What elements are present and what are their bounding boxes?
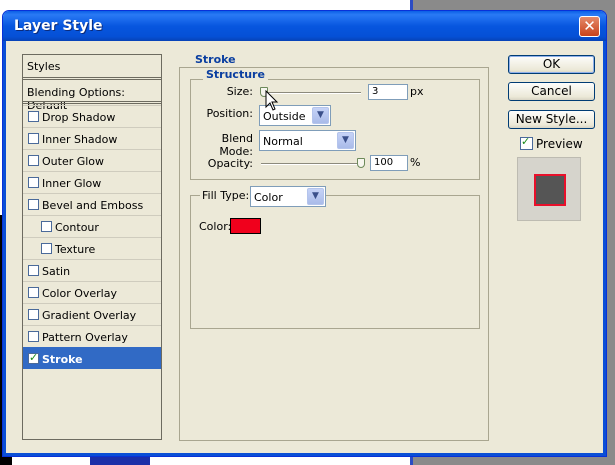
cancel-button[interactable]: Cancel (508, 82, 595, 101)
styles-header[interactable]: Styles (23, 55, 161, 77)
style-checkbox[interactable] (28, 199, 39, 210)
blend-mode-select[interactable]: Normal ▼ (259, 130, 356, 151)
style-item-label: Outer Glow (42, 155, 105, 168)
style-checkbox[interactable] (41, 243, 52, 254)
style-item-label: Texture (55, 243, 96, 256)
blend-mode-value: Normal (263, 135, 303, 148)
new-style-button[interactable]: New Style... (508, 110, 595, 129)
color-label: Color: (199, 220, 232, 233)
style-item-outer-glow[interactable]: Outer Glow (23, 149, 161, 171)
layer-style-dialog: Layer Style ✕ Styles Blending Options: D… (2, 10, 607, 457)
position-label: Position: (206, 107, 253, 120)
close-button[interactable]: ✕ (579, 16, 600, 37)
size-unit: px (410, 85, 424, 98)
style-item-label: Contour (55, 221, 99, 234)
style-item-color-overlay[interactable]: Color Overlay (23, 281, 161, 303)
style-item-label: Color Overlay (42, 287, 117, 300)
blend-mode-label: Blend Mode: (219, 132, 253, 158)
style-item-texture[interactable]: Texture (23, 237, 161, 259)
style-item-label: Gradient Overlay (42, 309, 137, 322)
fill-type-label: Fill Type: (200, 189, 252, 202)
mouse-cursor-icon (265, 90, 279, 111)
preview-label: Preview (536, 137, 583, 151)
style-item-label: Satin (42, 265, 71, 278)
style-item-bevel-and-emboss[interactable]: Bevel and Emboss (23, 193, 161, 215)
style-item-label: Drop Shadow (42, 111, 116, 124)
style-checkbox[interactable] (28, 351, 39, 364)
window-frame-right (603, 41, 606, 456)
fill-type-value: Color (254, 191, 283, 204)
style-checkbox[interactable] (28, 177, 39, 188)
style-item-drop-shadow[interactable]: Drop Shadow (23, 105, 161, 127)
styles-list: Styles Blending Options: Default Drop Sh… (22, 54, 162, 440)
style-checkbox[interactable] (28, 331, 39, 342)
style-checkbox[interactable] (41, 221, 52, 232)
style-item-stroke[interactable]: Stroke (23, 347, 161, 369)
opacity-unit: % (410, 156, 421, 169)
structure-group-title: Structure (203, 68, 268, 81)
color-swatch[interactable] (230, 218, 261, 234)
chevron-down-icon[interactable]: ▼ (307, 188, 324, 205)
style-checkbox[interactable] (28, 309, 39, 320)
blending-options-item[interactable]: Blending Options: Default (23, 81, 161, 112)
style-item-inner-glow[interactable]: Inner Glow (23, 171, 161, 193)
preview-thumbnail (534, 174, 566, 206)
style-checkbox[interactable] (28, 133, 39, 144)
fill-type-select[interactable]: Color ▼ (250, 186, 326, 207)
size-input[interactable]: 3 (368, 84, 408, 100)
style-item-pattern-overlay[interactable]: Pattern Overlay (23, 325, 161, 347)
preview-checkbox[interactable] (520, 135, 533, 150)
style-item-label: Bevel and Emboss (42, 199, 144, 212)
opacity-label: Opacity: (207, 157, 253, 170)
style-item-inner-shadow[interactable]: Inner Shadow (23, 127, 161, 149)
chevron-down-icon[interactable]: ▼ (337, 132, 354, 149)
chevron-down-icon[interactable]: ▼ (312, 107, 329, 124)
style-item-label: Inner Glow (42, 177, 102, 190)
style-item-label: Pattern Overlay (42, 331, 128, 344)
opacity-input[interactable]: 100 (370, 155, 408, 171)
style-checkbox[interactable] (28, 265, 39, 276)
style-item-satin[interactable]: Satin (23, 259, 161, 281)
opacity-slider-thumb[interactable] (357, 158, 365, 168)
stroke-group-title: Stroke (192, 53, 239, 66)
style-item-label: Inner Shadow (42, 133, 118, 146)
title-bar[interactable]: Layer Style ✕ (3, 11, 606, 41)
style-item-gradient-overlay[interactable]: Gradient Overlay (23, 303, 161, 325)
window-frame-left (3, 41, 6, 456)
style-checkbox[interactable] (28, 111, 39, 122)
list-separator (23, 77, 161, 80)
style-checkbox[interactable] (28, 155, 39, 166)
style-item-contour[interactable]: Contour (23, 215, 161, 237)
fill-type-group (190, 195, 480, 329)
opacity-slider-track[interactable] (261, 163, 361, 165)
style-checkbox[interactable] (28, 287, 39, 298)
size-label: Size: (226, 85, 253, 98)
style-item-label: Stroke (42, 353, 83, 366)
list-separator (23, 101, 161, 104)
ok-button[interactable]: OK (508, 55, 595, 74)
style-preview (517, 157, 581, 221)
dialog-title: Layer Style (14, 18, 103, 34)
window-frame-bottom (3, 453, 606, 456)
